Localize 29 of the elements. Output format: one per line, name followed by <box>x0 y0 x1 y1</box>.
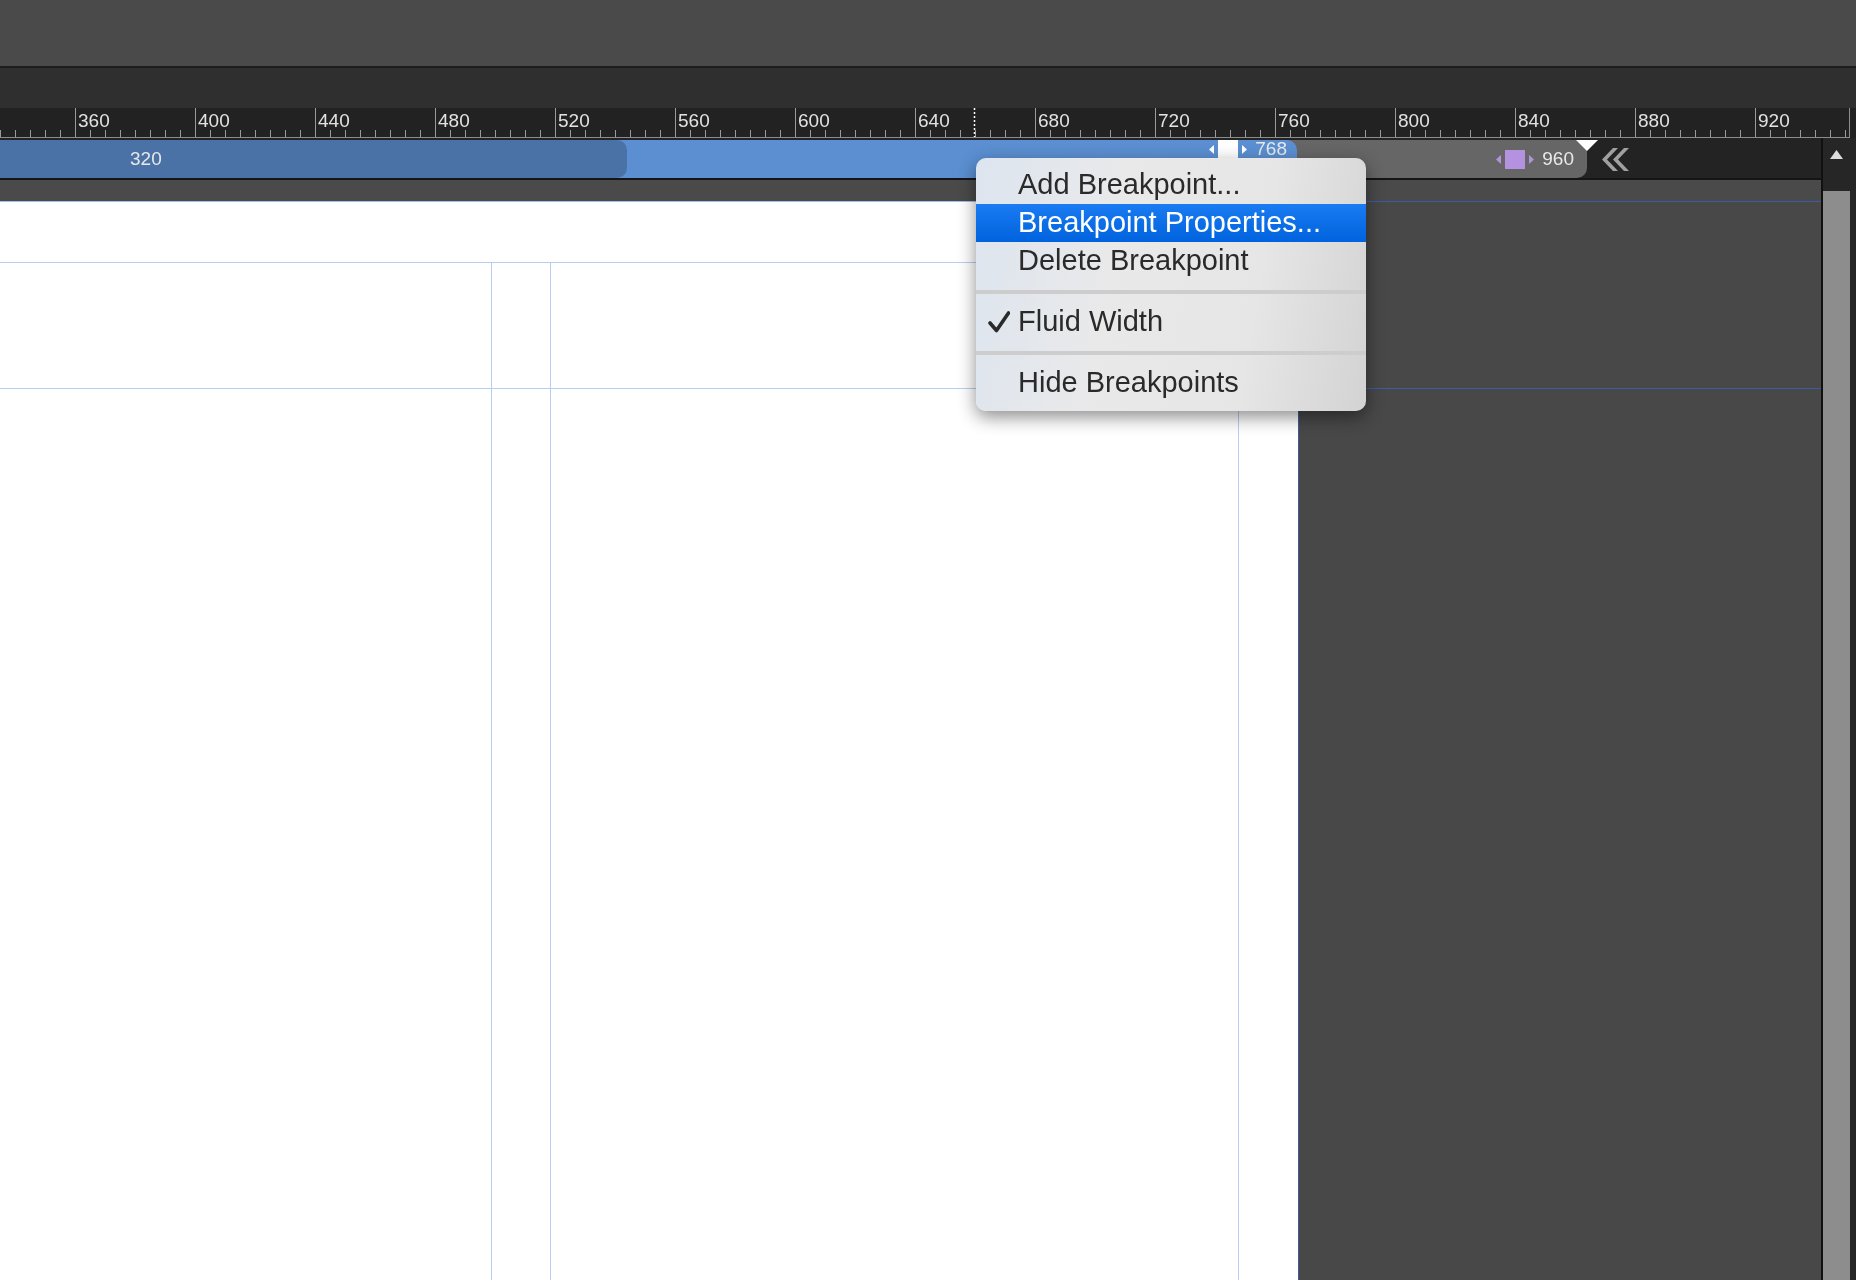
ruler-label: 880 <box>1638 111 1670 130</box>
ruler-label: 720 <box>1158 111 1190 130</box>
ruler-label: 760 <box>1278 111 1310 130</box>
breakpoint-label: 320 <box>130 150 162 168</box>
menu-item[interactable]: Fluid Width <box>976 303 1366 341</box>
scroll-up-arrow-icon[interactable] <box>1830 150 1843 159</box>
ruler-label: 400 <box>198 111 230 130</box>
breakpoint-label: 960 <box>1542 150 1574 168</box>
ruler-label: 520 <box>558 111 590 130</box>
ruler-label: 800 <box>1398 111 1430 130</box>
menu-item[interactable]: Hide Breakpoints <box>976 364 1366 402</box>
breakpoint-range[interactable]: 320 <box>0 140 627 178</box>
ruler-label: 920 <box>1758 111 1790 130</box>
ruler-label: 600 <box>798 111 830 130</box>
ruler-label: 360 <box>78 111 110 130</box>
ruler-label: 680 <box>1038 111 1070 130</box>
menu-item[interactable]: Breakpoint Properties... <box>976 204 1366 242</box>
ruler-label: 480 <box>438 111 470 130</box>
ruler-label: 440 <box>318 111 350 130</box>
ruler-label: 560 <box>678 111 710 130</box>
breakpoint-marker-icon[interactable] <box>1209 140 1248 159</box>
scrollbar-track[interactable] <box>1823 191 1850 1280</box>
menu-item[interactable]: Delete Breakpoint <box>976 242 1366 280</box>
pointer-triangle-icon[interactable] <box>1576 140 1598 151</box>
breakpoint-marker-icon[interactable] <box>1496 149 1535 169</box>
ruler-label: 640 <box>918 111 950 130</box>
double-chevron-icon[interactable] <box>1602 147 1629 171</box>
ruler-label: 840 <box>1518 111 1550 130</box>
breakpoint-label: 768 <box>1255 140 1287 158</box>
